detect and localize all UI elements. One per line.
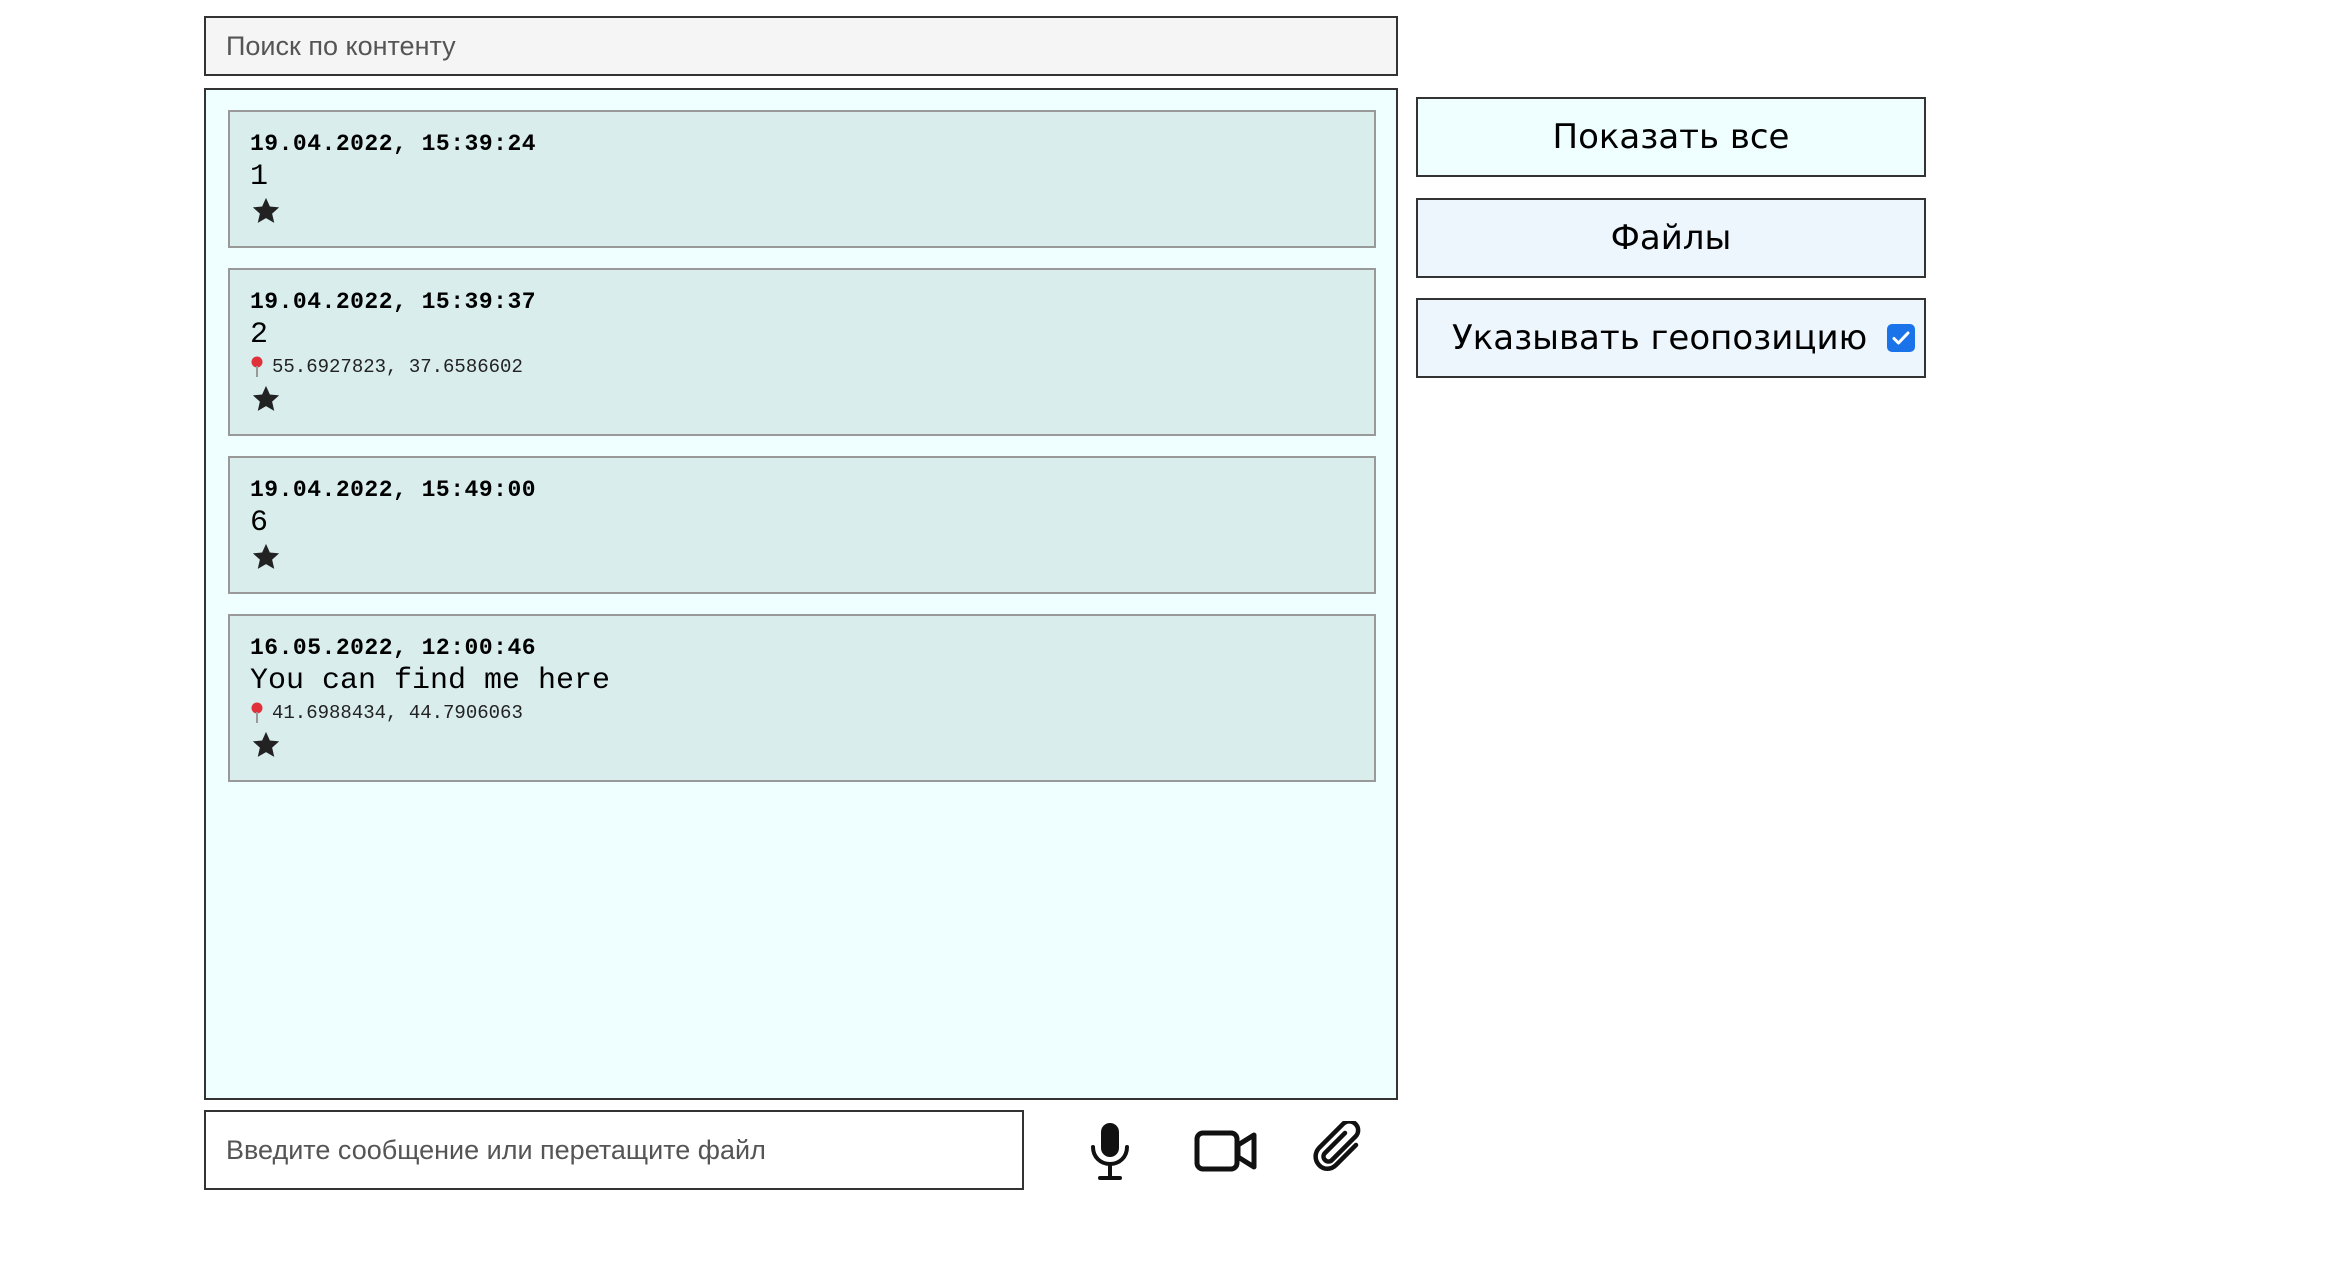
message-date: 19.04.2022, 15:39:37 xyxy=(250,289,537,315)
geolocation-coordinates: 55.6927823, 37.6586602 xyxy=(272,356,523,378)
star-icon[interactable] xyxy=(250,196,282,226)
message-card[interactable]: 19.04.2022, 15:39:37 2 55.6927823, 37.65… xyxy=(228,268,1376,436)
message-card[interactable]: 19.04.2022, 15:49:00 6 xyxy=(228,456,1376,594)
geolocation-coordinates: 41.6988434, 44.7906063 xyxy=(272,702,523,724)
message-geolocation: 55.6927823, 37.6586602 xyxy=(250,352,1354,382)
microphone-icon xyxy=(1091,1123,1129,1180)
checkmark-icon xyxy=(1892,331,1910,345)
message-geolocation: 41.6988434, 44.7906063 xyxy=(250,698,1354,728)
star-icon[interactable] xyxy=(250,730,282,760)
search-input[interactable] xyxy=(204,16,1398,76)
star-icon[interactable] xyxy=(250,542,282,572)
message-feed[interactable]: 19.04.2022, 15:39:24 1 19.04.2022, 15:39… xyxy=(204,88,1398,1100)
message-text: 1 xyxy=(250,160,269,194)
paperclip-icon xyxy=(1313,1121,1361,1171)
map-pin-icon xyxy=(251,356,263,377)
message-card[interactable]: 16.05.2022, 12:00:46 You can find me her… xyxy=(228,614,1376,782)
message-text: 6 xyxy=(250,506,269,540)
video-camera-icon xyxy=(1194,1130,1257,1172)
geolocation-toggle[interactable]: Указывать геопозицию xyxy=(1416,298,1926,378)
record-video-button[interactable] xyxy=(1190,1118,1262,1184)
message-date: 19.04.2022, 15:49:00 xyxy=(250,477,537,503)
geolocation-checkbox[interactable] xyxy=(1887,324,1916,352)
show-all-button[interactable]: Показать все xyxy=(1416,97,1926,177)
message-date: 19.04.2022, 15:39:24 xyxy=(250,131,537,157)
geolocation-label: Указывать геопозицию xyxy=(1452,318,1868,358)
map-pin-icon xyxy=(251,702,263,723)
files-button[interactable]: Файлы xyxy=(1416,198,1926,278)
message-text: 2 xyxy=(250,318,269,352)
message-input[interactable] xyxy=(204,1110,1024,1190)
show-all-label: Показать все xyxy=(1552,117,1790,157)
files-label: Файлы xyxy=(1610,218,1732,258)
message-date: 16.05.2022, 12:00:46 xyxy=(250,635,537,661)
record-audio-button[interactable] xyxy=(1074,1118,1146,1184)
star-icon[interactable] xyxy=(250,384,282,414)
message-card[interactable]: 19.04.2022, 15:39:24 1 xyxy=(228,110,1376,248)
attach-file-button[interactable] xyxy=(1306,1118,1378,1184)
message-text: You can find me here xyxy=(250,664,611,698)
